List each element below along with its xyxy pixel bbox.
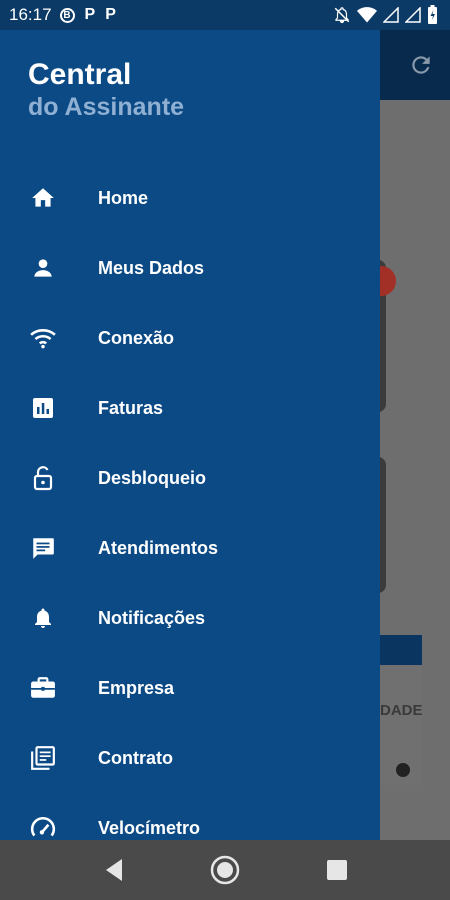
- menu-item-label: Empresa: [98, 677, 175, 698]
- background-map-text: DADE: [380, 702, 423, 719]
- menu-item-meus-dados[interactable]: Meus Dados: [0, 233, 380, 303]
- menu-item-label: Meus Dados: [98, 257, 205, 278]
- menu-item-faturas[interactable]: Faturas: [0, 373, 380, 443]
- bar-chart-icon: [30, 395, 56, 421]
- bell-icon: [30, 605, 56, 631]
- wifi-icon: [30, 325, 56, 351]
- status-time: 16:17: [9, 5, 52, 24]
- status-bar: 16:17 B P P: [0, 0, 450, 30]
- document-icon: [30, 745, 56, 771]
- p-icon: P: [105, 6, 116, 23]
- b-circle-icon: B: [59, 7, 75, 23]
- speedometer-icon: [30, 815, 56, 840]
- menu-item-desbloqueio[interactable]: Desbloqueio: [0, 443, 380, 513]
- menu-item-velocimetro[interactable]: Velocímetro: [0, 793, 380, 840]
- menu-item-notificacoes[interactable]: Notificações: [0, 583, 380, 653]
- p-icon: P: [84, 6, 96, 23]
- menu-item-label: Faturas: [98, 397, 164, 418]
- menu-item-label: Conexão: [98, 327, 175, 348]
- menu-item-label: Desbloqueio: [98, 467, 207, 488]
- person-icon: [30, 255, 56, 281]
- menu-item-empresa[interactable]: Empresa: [0, 653, 380, 723]
- drawer-header: Central do Assinante: [28, 58, 184, 122]
- chat-icon: [30, 535, 56, 561]
- signal-icon: [383, 6, 399, 23]
- background-map-button: [396, 763, 410, 777]
- drawer-title: Central: [28, 58, 132, 91]
- wifi-icon: [357, 6, 377, 24]
- menu-item-label: Velocímetro: [98, 817, 201, 838]
- menu-item-label: Contrato: [98, 747, 173, 768]
- drawer-subtitle: do Assinante: [28, 93, 185, 121]
- menu-item-label: Home: [98, 187, 149, 208]
- signal-icon: [405, 6, 421, 23]
- navigation-drawer: Central do Assinante Home Meus Dados Con…: [0, 30, 380, 840]
- menu-item-atendimentos[interactable]: Atendimentos: [0, 513, 380, 583]
- menu-item-home[interactable]: Home: [0, 163, 380, 233]
- menu-item-label: Notificações: [98, 607, 206, 628]
- home-button-icon[interactable]: [210, 855, 240, 890]
- unlock-icon: [30, 465, 56, 491]
- menu-item-label: Atendimentos: [98, 537, 219, 558]
- battery-icon: [427, 5, 438, 24]
- menu-item-contrato[interactable]: Contrato: [0, 723, 380, 793]
- home-icon: [30, 185, 56, 211]
- recents-icon[interactable]: [326, 855, 348, 890]
- briefcase-icon: [30, 675, 56, 701]
- system-navigation-bar: [0, 840, 450, 900]
- back-icon[interactable]: [100, 855, 126, 890]
- refresh-icon[interactable]: [408, 52, 434, 83]
- menu-item-conexao[interactable]: Conexão: [0, 303, 380, 373]
- mute-icon: [333, 6, 351, 24]
